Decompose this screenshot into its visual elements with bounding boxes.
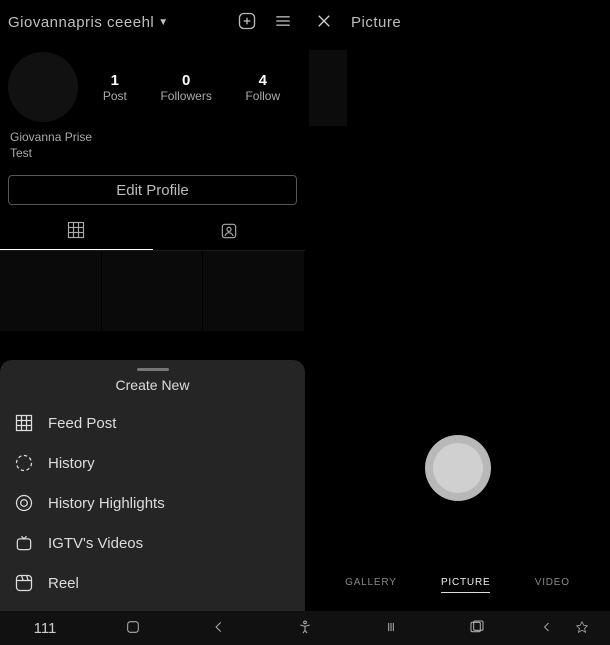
close-icon[interactable]	[315, 12, 333, 33]
bio-text: Test	[10, 146, 295, 162]
chevron-down-icon: ▼	[158, 17, 168, 28]
stat-followers-count: 0	[160, 72, 211, 89]
tab-tagged[interactable]	[153, 211, 306, 250]
profile-pane: Giovannapris ceeehl ▼ 1 Post 0	[0, 0, 305, 611]
profile-tabs	[0, 211, 305, 251]
profile-header: Giovannapris ceeehl ▼	[0, 0, 305, 44]
nav-star-icon[interactable]	[575, 620, 589, 637]
nav-back-icon[interactable]	[212, 620, 226, 637]
edit-profile-label: Edit Profile	[116, 182, 189, 199]
sheet-item-igtv[interactable]: IGTV's Videos	[0, 523, 305, 563]
sheet-item-label: History	[48, 455, 95, 472]
system-nav-bar: 111	[0, 611, 610, 645]
camera-tab-gallery[interactable]: GALLERY	[345, 577, 397, 593]
stat-following-label: Follow	[245, 89, 280, 103]
add-post-icon[interactable]	[237, 11, 257, 34]
post-thumb[interactable]	[0, 251, 102, 331]
gallery-thumb[interactable]	[309, 50, 347, 126]
shutter-outer-ring	[425, 435, 491, 501]
sheet-item-highlights[interactable]: History Highlights	[0, 483, 305, 523]
sheet-title: Create New	[0, 377, 305, 403]
sheet-item-history[interactable]: History	[0, 443, 305, 483]
sheet-item-label: Feed Post	[48, 415, 116, 432]
sheet-item-label: Reel	[48, 575, 79, 592]
avatar[interactable]	[8, 52, 78, 122]
camera-mode-tabs: GALLERY PICTURE VIDEO	[305, 567, 610, 603]
bio-name: Giovanna Prise	[10, 130, 295, 146]
nav-back2-icon[interactable]	[541, 620, 553, 637]
profile-stats-row: 1 Post 0 Followers 4 Follow	[0, 44, 305, 126]
post-thumb	[203, 251, 305, 331]
stat-following[interactable]: 4 Follow	[245, 72, 280, 103]
nav-overview-icon[interactable]	[469, 619, 485, 638]
camera-tab-video[interactable]: VIDEO	[535, 577, 570, 593]
camera-header: Picture	[305, 0, 610, 44]
shutter-inner-circle	[433, 443, 483, 493]
camera-title: Picture	[351, 14, 401, 31]
nav-pause-icon[interactable]	[384, 620, 398, 637]
stat-posts[interactable]: 1 Post	[103, 72, 127, 103]
camera-pane: Picture GALLERY PICTURE VIDEO	[305, 0, 610, 611]
post-thumb	[102, 251, 204, 331]
nav-recent-icon[interactable]	[125, 619, 141, 638]
camera-tab-picture[interactable]: PICTURE	[441, 577, 491, 593]
sheet-handle[interactable]	[137, 368, 169, 371]
shutter-button[interactable]	[425, 435, 491, 501]
sheet-item-reel[interactable]: Reel	[0, 563, 305, 603]
edit-profile-button[interactable]: Edit Profile	[8, 175, 297, 205]
nav-accessibility-icon[interactable]	[297, 619, 313, 638]
create-new-sheet: Create New Feed Post History History Hig…	[0, 360, 305, 611]
bio-section: Giovanna Prise Test	[0, 126, 305, 169]
sheet-item-label: History Highlights	[48, 495, 165, 512]
stat-followers[interactable]: 0 Followers	[160, 72, 211, 103]
stat-posts-label: Post	[103, 89, 127, 103]
nav-counter: 111	[0, 620, 90, 637]
stat-followers-label: Followers	[160, 89, 211, 103]
tab-grid[interactable]	[0, 211, 153, 250]
posts-grid	[0, 251, 305, 331]
stat-posts-count: 1	[103, 72, 127, 89]
stat-following-count: 4	[245, 72, 280, 89]
sheet-item-feed-post[interactable]: Feed Post	[0, 403, 305, 443]
menu-icon[interactable]	[273, 11, 293, 34]
sheet-item-label: IGTV's Videos	[48, 535, 143, 552]
username-text: Giovannapris ceeehl	[8, 14, 154, 31]
username-dropdown[interactable]: Giovannapris ceeehl ▼	[8, 14, 237, 31]
